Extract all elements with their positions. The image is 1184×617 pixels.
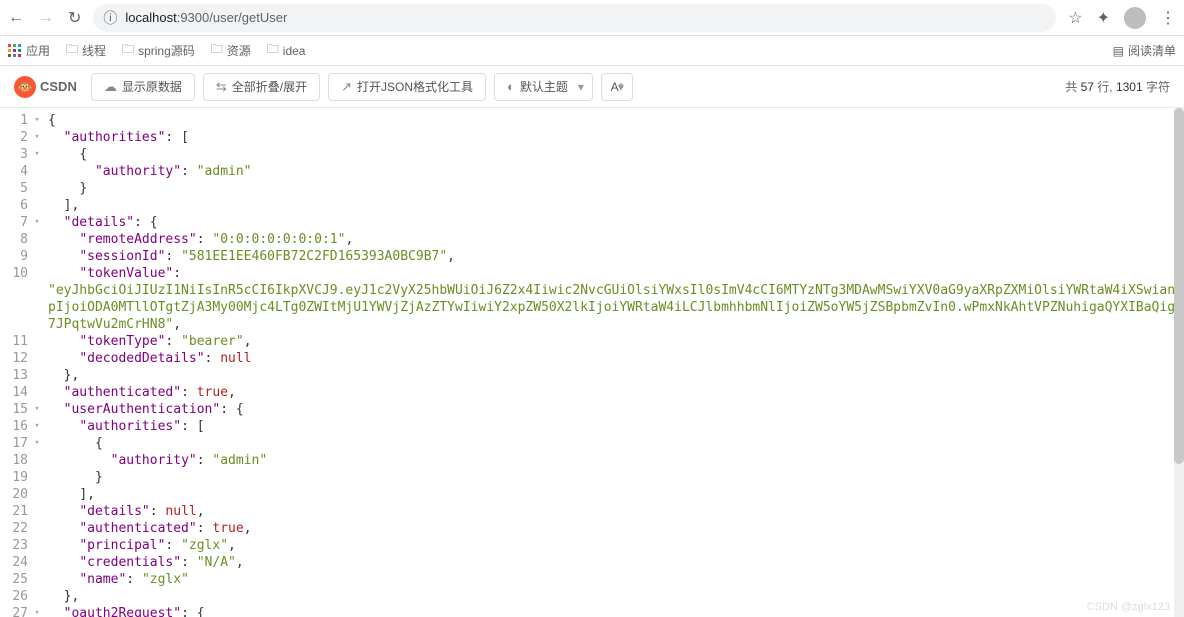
bookmark-folder[interactable]: 🗀idea: [267, 40, 306, 61]
extensions-icon[interactable]: ✦: [1097, 8, 1110, 28]
folder-icon: 🗀: [66, 40, 78, 61]
folder-icon: 🗀: [267, 40, 279, 61]
site-info-icon[interactable]: ⓘ: [103, 8, 117, 28]
profile-avatar[interactable]: [1124, 7, 1146, 29]
address-bar[interactable]: ⓘ localhost:9300/user/getUser: [93, 4, 1056, 32]
reload-icon[interactable]: ↻: [68, 8, 81, 28]
csdn-logo[interactable]: 🐵 CSDN: [14, 76, 77, 98]
apps-grid-icon: [8, 44, 22, 58]
forward-icon[interactable]: →: [38, 9, 54, 27]
folder-icon: 🗀: [211, 40, 223, 61]
collapse-icon: ⇆: [216, 79, 227, 95]
bookmarks-bar: 应用 🗀线程 🗀spring源码 🗀资源 🗀idea ▤ 阅读清单: [0, 36, 1184, 66]
menu-icon[interactable]: ⋮: [1160, 8, 1176, 28]
scrollbar-track[interactable]: [1174, 108, 1184, 617]
back-icon[interactable]: ←: [8, 9, 24, 27]
stats-text: 共 57 行, 1301 字符: [1065, 78, 1170, 95]
theme-select[interactable]: ◐默认主题: [494, 73, 593, 101]
bookmark-folder[interactable]: 🗀线程: [66, 40, 106, 61]
fold-gutter: ▾▾▾▾▾▾▾▾: [30, 108, 44, 617]
bookmark-folder[interactable]: 🗀资源: [211, 40, 251, 61]
apps-label: 应用: [26, 42, 50, 59]
show-raw-button[interactable]: ☁显示原数据: [91, 73, 195, 101]
reading-list-icon: ▤: [1113, 44, 1124, 58]
external-link-icon: ↗: [341, 79, 352, 95]
line-number-gutter: 1234567891011121314151617181920212223242…: [0, 108, 30, 617]
url-path: /user/getUser: [209, 10, 287, 25]
json-viewer: 1234567891011121314151617181920212223242…: [0, 108, 1184, 617]
bookmark-folder[interactable]: 🗀spring源码: [122, 40, 195, 61]
star-icon[interactable]: ☆: [1068, 8, 1082, 28]
code-content[interactable]: { "authorities": [ { "authority": "admin…: [44, 108, 1184, 617]
fold-all-button[interactable]: ⇆全部折叠/展开: [203, 73, 320, 101]
cloud-icon: ☁: [104, 79, 117, 95]
csdn-toolbar: 🐵 CSDN ☁显示原数据 ⇆全部折叠/展开 ↗打开JSON格式化工具 ◐默认主…: [0, 66, 1184, 108]
browser-nav-bar: ← → ↻ ⓘ localhost:9300/user/getUser ☆ ✦ …: [0, 0, 1184, 36]
url-port: :9300: [177, 10, 210, 25]
url-host: localhost: [125, 10, 176, 25]
apps-button[interactable]: 应用: [8, 42, 50, 59]
font-size-select[interactable]: Aᵃ: [601, 73, 633, 101]
reading-list-button[interactable]: ▤ 阅读清单: [1113, 42, 1176, 59]
monkey-icon: 🐵: [14, 76, 36, 98]
folder-icon: 🗀: [122, 40, 134, 61]
json-tool-button[interactable]: ↗打开JSON格式化工具: [328, 73, 486, 101]
scrollbar-thumb[interactable]: [1174, 108, 1184, 464]
palette-icon: ◐: [507, 79, 515, 94]
watermark: CSDN @zglx123: [1087, 601, 1170, 613]
